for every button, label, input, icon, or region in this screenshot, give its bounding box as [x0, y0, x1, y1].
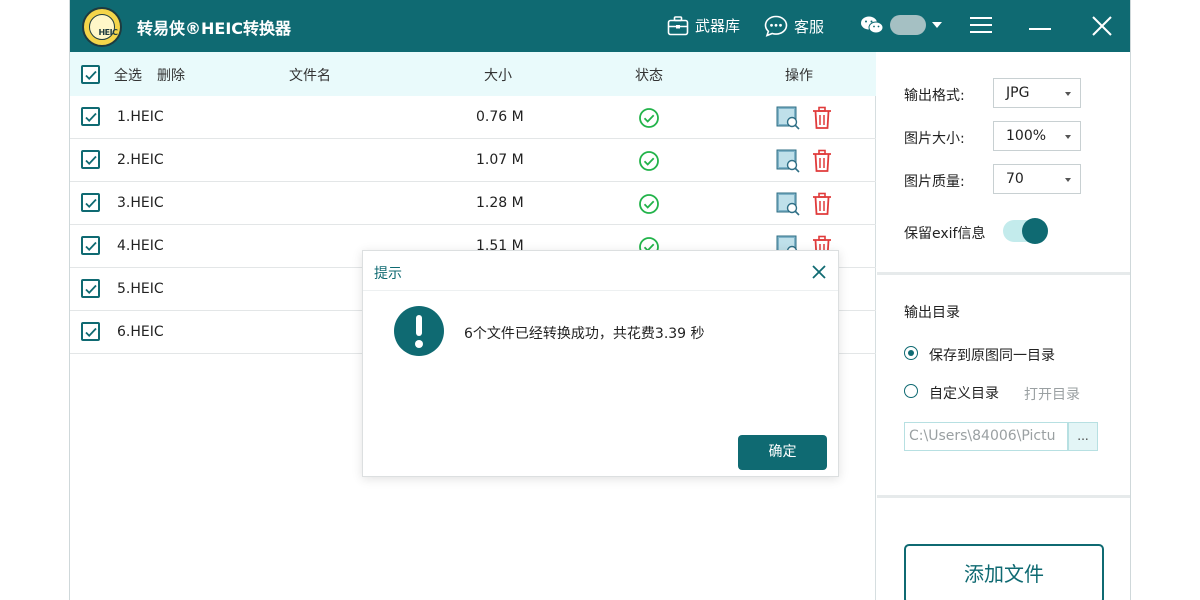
quality-select[interactable]: 70 — [993, 164, 1081, 194]
row-checkbox[interactable] — [81, 150, 100, 169]
success-dialog: 提示 6个文件已经转换成功，共花费3.39 秒 确定 — [362, 250, 839, 477]
row-checkbox[interactable] — [81, 279, 100, 298]
checkmark-icon — [85, 327, 97, 337]
dropdown-caret-icon — [1065, 178, 1071, 182]
dialog-title: 提示 — [374, 266, 402, 282]
table-header: 全选 删除 文件名 大小 状态 操作 — [70, 52, 876, 96]
wechat-account-button[interactable] — [860, 15, 942, 35]
file-name: 3.HEIC — [117, 195, 164, 211]
dialog-message: 6个文件已经转换成功，共花费3.39 秒 — [464, 326, 705, 342]
wechat-icon — [861, 16, 884, 34]
dialog-header: 提示 — [363, 251, 838, 291]
format-select[interactable]: JPG — [993, 78, 1081, 108]
logo-badge: HEIC — [89, 14, 118, 40]
quality-value: 70 — [1006, 171, 1024, 187]
trash-icon[interactable] — [811, 192, 833, 220]
format-value: JPG — [1006, 85, 1030, 101]
file-name: 1.HEIC — [117, 109, 164, 125]
open-dir-link[interactable]: 打开目录 — [1024, 384, 1080, 404]
file-size: 0.76 M — [476, 109, 524, 125]
file-name: 2.HEIC — [117, 152, 164, 168]
select-all-label[interactable]: 全选 — [114, 65, 142, 85]
size-label: 图片大小: — [904, 131, 965, 147]
hamburger-icon[interactable] — [970, 17, 992, 35]
file-name: 5.HEIC — [117, 281, 164, 297]
custom-dir-label[interactable]: 自定义目录 — [929, 383, 999, 403]
file-size: 1.28 M — [476, 195, 524, 211]
app-title: 转易侠®HEIC转换器 — [137, 19, 292, 38]
size-select[interactable]: 100% — [993, 121, 1081, 151]
checkmark-icon — [85, 198, 97, 208]
row-checkbox[interactable] — [81, 107, 100, 126]
chat-bubble-icon — [764, 15, 788, 37]
same-dir-radio[interactable] — [904, 346, 918, 360]
delete-selected-link[interactable]: 删除 — [157, 65, 185, 85]
avatar — [890, 15, 926, 35]
table-row: 3.HEIC 1.28 M — [70, 182, 876, 225]
service-label: 客服 — [794, 17, 825, 36]
output-dir-label: 输出目录 — [904, 305, 960, 321]
trash-icon[interactable] — [811, 106, 833, 134]
dropdown-caret-icon — [1065, 135, 1071, 139]
row-checkbox[interactable] — [81, 236, 100, 255]
quality-label: 图片质量: — [904, 174, 965, 190]
column-header-status: 状态 — [635, 68, 663, 84]
file-name: 6.HEIC — [117, 324, 164, 340]
add-files-button[interactable]: 添加文件 — [904, 544, 1104, 600]
logo-text: HEIC — [98, 28, 118, 37]
trash-icon[interactable] — [811, 149, 833, 177]
title-bar: HEIC 转易侠®HEIC转换器 武器库 客服 — [70, 0, 1130, 52]
toggle-knob — [1022, 218, 1048, 244]
checkmark-icon — [85, 155, 97, 165]
close-icon[interactable] — [811, 264, 827, 280]
column-header-actions: 操作 — [785, 68, 813, 84]
section-divider — [877, 272, 1130, 275]
preview-icon[interactable] — [776, 149, 800, 177]
exclamation-icon — [394, 306, 444, 356]
preview-icon[interactable] — [776, 106, 800, 134]
check-circle-icon — [638, 150, 660, 176]
check-circle-icon — [638, 193, 660, 219]
column-header-name: 文件名 — [289, 68, 331, 84]
checkmark-icon — [85, 70, 97, 80]
checkmark-icon — [85, 241, 97, 251]
table-row: 1.HEIC 0.76 M — [70, 96, 876, 139]
checkmark-icon — [85, 284, 97, 294]
table-row: 2.HEIC 1.07 M — [70, 139, 876, 182]
format-label: 输出格式: — [904, 88, 965, 104]
size-value: 100% — [1006, 128, 1047, 144]
output-path-input[interactable]: C:\Users\84006\Pictu — [904, 422, 1068, 451]
minimize-icon[interactable] — [1029, 28, 1051, 30]
app-logo: HEIC — [82, 7, 122, 47]
file-name: 4.HEIC — [117, 238, 164, 254]
settings-panel: 输出格式: JPG 图片大小: 100% 图片质量: 70 保留exif信息 输… — [877, 52, 1130, 600]
browse-button[interactable]: ... — [1068, 422, 1098, 451]
preview-icon[interactable] — [776, 192, 800, 220]
ok-button[interactable]: 确定 — [738, 435, 827, 470]
row-checkbox[interactable] — [81, 322, 100, 341]
tools-label: 武器库 — [695, 17, 741, 35]
chevron-down-icon — [932, 22, 942, 28]
dropdown-caret-icon — [1065, 92, 1071, 96]
tools-button[interactable]: 武器库 — [667, 15, 740, 36]
briefcase-icon — [667, 15, 689, 35]
select-all-checkbox[interactable] — [81, 65, 100, 84]
exif-toggle[interactable] — [1003, 218, 1048, 244]
service-button[interactable]: 客服 — [764, 15, 824, 37]
section-divider — [877, 495, 1130, 498]
custom-dir-radio[interactable] — [904, 384, 918, 398]
file-size: 1.07 M — [476, 152, 524, 168]
row-checkbox[interactable] — [81, 193, 100, 212]
checkmark-icon — [85, 112, 97, 122]
close-icon[interactable] — [1090, 14, 1114, 38]
check-circle-icon — [638, 107, 660, 133]
column-header-size: 大小 — [484, 68, 512, 84]
exif-label: 保留exif信息 — [904, 226, 986, 242]
same-dir-label[interactable]: 保存到原图同一目录 — [929, 345, 1055, 365]
